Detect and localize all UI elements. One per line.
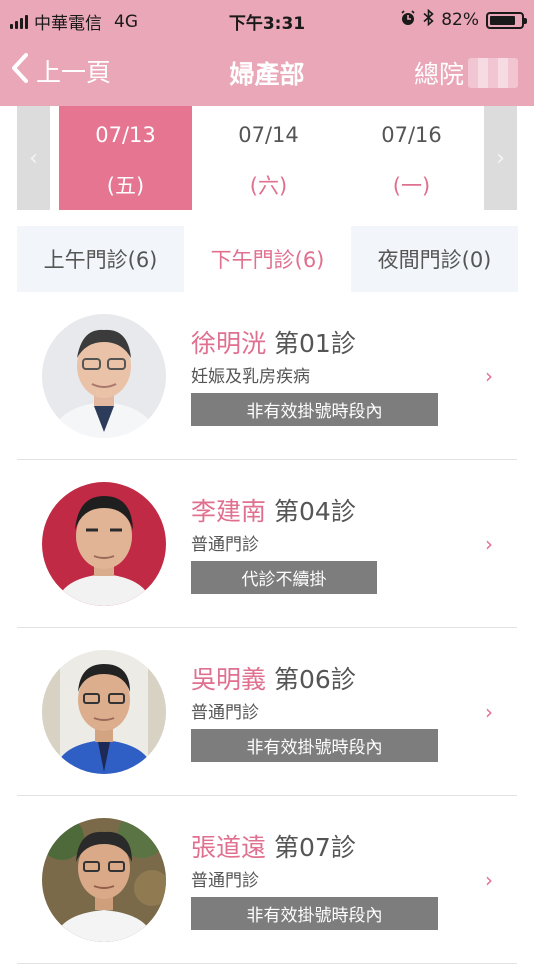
date-label: 07/16 <box>381 123 442 147</box>
doctor-title: 李建南 第04診 <box>191 492 356 528</box>
doctor-name: 李建南 <box>191 497 267 526</box>
doctor-specialty: 普通門診 <box>191 535 259 555</box>
status-bar: 中華電信 4G 下午3:31 82% <box>0 0 534 40</box>
doctor-room: 第06診 <box>274 665 356 694</box>
doctor-avatar <box>42 314 166 438</box>
tab-night[interactable]: 夜間門診(0) <box>351 226 518 292</box>
doctor-avatar <box>42 650 166 774</box>
alarm-icon <box>400 9 416 31</box>
redacted-area <box>468 58 518 88</box>
date-selector: ‹ 07/13 (五) 07/14 (六) 07/16 (一) › <box>0 106 534 210</box>
weekday-label: (五) <box>106 174 145 198</box>
date-cell[interactable]: 07/16 (一) <box>345 106 478 210</box>
status-right: 82% <box>400 8 527 31</box>
doctor-title: 張道遠 第07診 <box>191 828 356 864</box>
doctor-row[interactable]: 張道遠 第07診 普通門診 非有效掛號時段內 › <box>17 796 517 964</box>
weekday-label: (六) <box>249 174 288 198</box>
chevron-right-icon: › <box>496 145 505 171</box>
chevron-right-icon: › <box>485 700 493 724</box>
date-cell[interactable]: 07/13 (五) <box>59 106 192 210</box>
date-label: 07/13 <box>95 123 156 147</box>
doctor-room: 第01診 <box>274 329 356 358</box>
status-badge: 代診不續掛 <box>191 561 377 594</box>
tab-morning[interactable]: 上午門診(6) <box>17 226 184 292</box>
campus-label[interactable]: 總院 <box>414 55 464 91</box>
doctor-avatar <box>42 482 166 606</box>
next-date-button[interactable]: › <box>484 106 517 210</box>
doctor-row[interactable]: 李建南 第04診 普通門診 代診不續掛 › <box>17 460 517 628</box>
doctor-row[interactable]: 徐明洸 第01診 妊娠及乳房疾病 非有效掛號時段內 › <box>17 292 517 460</box>
date-label: 07/14 <box>238 123 299 147</box>
battery-icon <box>486 11 527 29</box>
doctor-specialty: 妊娠及乳房疾病 <box>191 367 310 387</box>
doctor-name: 徐明洸 <box>191 329 267 358</box>
status-badge: 非有效掛號時段內 <box>191 897 438 930</box>
doctor-name: 吳明義 <box>191 665 267 694</box>
doctor-room: 第07診 <box>274 833 356 862</box>
session-tabs: 上午門診(6) 下午門診(6) 夜間門診(0) <box>17 226 518 292</box>
chevron-right-icon: › <box>485 532 493 556</box>
chevron-right-icon: › <box>485 364 493 388</box>
date-cell[interactable]: 07/14 (六) <box>202 106 335 210</box>
status-badge: 非有效掛號時段內 <box>191 393 438 426</box>
doctor-avatar <box>42 818 166 942</box>
doctor-title: 吳明義 第06診 <box>191 660 356 696</box>
chevron-left-icon: ‹ <box>29 145 38 171</box>
status-badge: 非有效掛號時段內 <box>191 729 438 762</box>
doctor-row[interactable]: 吳明義 第06診 普通門診 非有效掛號時段內 › <box>17 628 517 796</box>
doctor-room: 第04診 <box>274 497 356 526</box>
doctor-specialty: 普通門診 <box>191 703 259 723</box>
tab-afternoon[interactable]: 下午門診(6) <box>184 226 351 292</box>
battery-fill <box>490 15 515 25</box>
battery-percent: 82% <box>441 10 479 30</box>
bluetooth-icon <box>423 8 434 31</box>
nav-bar: 上一頁 婦產部 總院 <box>0 40 534 106</box>
weekday-label: (一) <box>392 174 431 198</box>
doctor-specialty: 普通門診 <box>191 871 259 891</box>
doctor-name: 張道遠 <box>191 833 267 862</box>
doctor-title: 徐明洸 第01診 <box>191 324 356 360</box>
chevron-right-icon: › <box>485 868 493 892</box>
doctor-list: 徐明洸 第01診 妊娠及乳房疾病 非有效掛號時段內 › 李建南 第04診 普通門診 … <box>0 292 534 964</box>
prev-date-button[interactable]: ‹ <box>17 106 50 210</box>
